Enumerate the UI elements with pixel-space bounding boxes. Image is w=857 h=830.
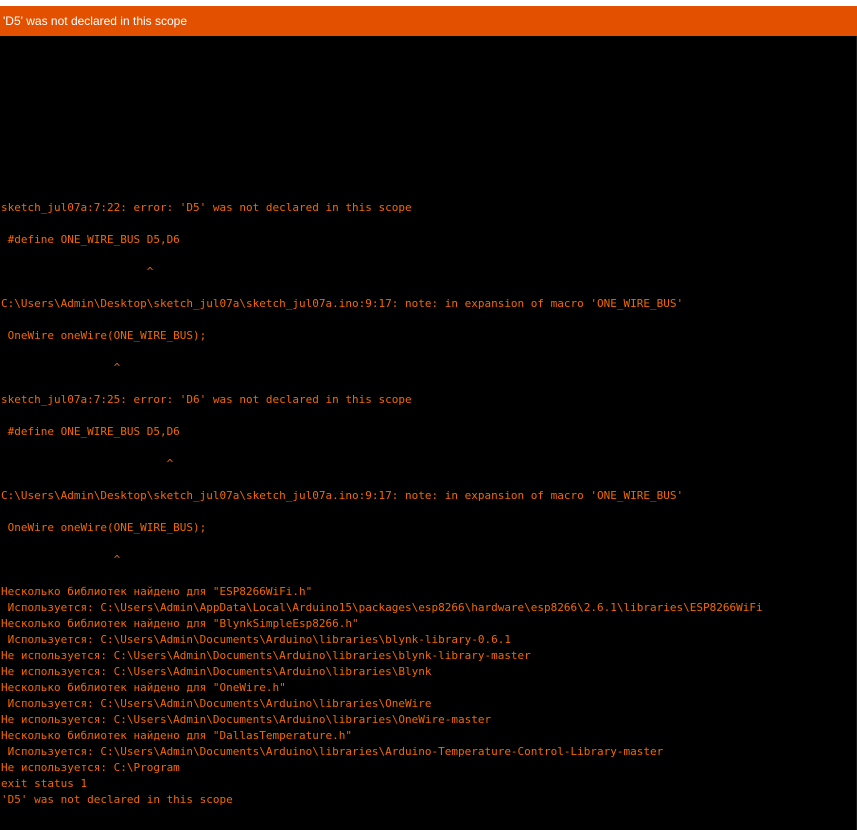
console-output[interactable]: sketch_jul07a:7:22: error: 'D5' was not … (0, 36, 857, 830)
console-line: ^ (1, 457, 174, 470)
console-line: #define ONE_WIRE_BUS D5,D6 (1, 425, 180, 438)
console-line: Не используется: C:\Users\Admin\Document… (1, 665, 432, 678)
console-line: ^ (1, 265, 154, 278)
console-line: Используется: C:\Users\Admin\Documents\A… (1, 633, 511, 646)
console-line: Используется: C:\Users\Admin\Documents\A… (1, 745, 664, 758)
console-line: OneWire oneWire(ONE_WIRE_BUS); (1, 329, 207, 342)
console-line: sketch_jul07a:7:22: error: 'D5' was not … (1, 201, 412, 214)
console-line: Несколько библиотек найдено для "DallasT… (1, 729, 352, 742)
arduino-console-window: 'D5' was not declared in this scope sket… (0, 0, 857, 830)
console-line: Не используется: C:\Program (1, 761, 180, 774)
console-line: Не используется: C:\Users\Admin\Document… (1, 649, 531, 662)
console-line: ^ (1, 553, 121, 566)
console-line: C:\Users\Admin\Desktop\sketch_jul07a\ske… (1, 297, 684, 310)
error-status-message: 'D5' was not declared in this scope (3, 14, 188, 28)
error-status-bar: 'D5' was not declared in this scope (0, 6, 857, 36)
console-line: Не используется: C:\Users\Admin\Document… (1, 713, 492, 726)
console-line: 'D5' was not declared in this scope (1, 793, 233, 806)
console-line: exit status 1 (1, 777, 88, 790)
console-lines: sketch_jul07a:7:22: error: 'D5' was not … (1, 200, 763, 808)
console-line: OneWire oneWire(ONE_WIRE_BUS); (1, 521, 207, 534)
console-line: #define ONE_WIRE_BUS D5,D6 (1, 233, 180, 246)
console-line: Несколько библиотек найдено для "BlynkSi… (1, 617, 359, 630)
console-line: C:\Users\Admin\Desktop\sketch_jul07a\ske… (1, 489, 684, 502)
console-line: Используется: C:\Users\Admin\AppData\Loc… (1, 601, 763, 614)
console-line: ^ (1, 361, 121, 374)
console-line: Несколько библиотек найдено для "ESP8266… (1, 585, 313, 598)
console-line: Используется: C:\Users\Admin\Documents\A… (1, 697, 432, 710)
console-line: sketch_jul07a:7:25: error: 'D6' was not … (1, 393, 412, 406)
console-line: Несколько библиотек найдено для "OneWire… (1, 681, 286, 694)
